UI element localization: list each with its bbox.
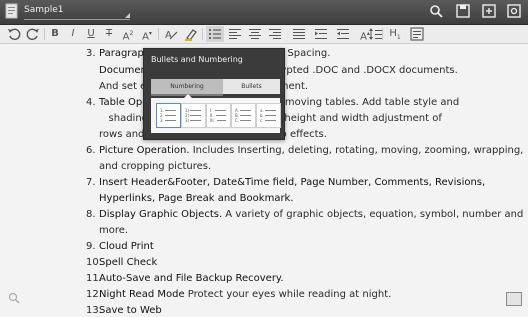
- numbering-option-3[interactable]: I. II. III.: [206, 103, 231, 128]
- document-title[interactable]: Sample1: [24, 1, 130, 20]
- list-item-heading: Insert Header&Footer, Date&Time field, P…: [99, 177, 486, 188]
- list-item-heading: Night Read Mode: [99, 289, 185, 300]
- bullet-list-icon[interactable]: [206, 26, 224, 42]
- clear-format-icon[interactable]: A: [162, 26, 180, 42]
- numbering-option-2[interactable]: 1) 2) 3): [181, 103, 206, 128]
- list-item-heading: Picture Operation.: [99, 145, 190, 156]
- redo-icon[interactable]: [24, 26, 42, 42]
- italic-icon[interactable]: I: [64, 26, 82, 42]
- document-title-text: Sample1: [24, 5, 64, 15]
- list-item: more.: [99, 225, 128, 237]
- list-item: 8. Display Graphic Objects. A variety of …: [86, 209, 523, 221]
- svg-text:A: A: [165, 30, 172, 41]
- svg-text:c.: c.: [260, 118, 263, 123]
- align-left-icon[interactable]: [226, 26, 244, 42]
- grow-font-label: A: [360, 31, 367, 43]
- list-item: 6. Picture Operation. Includes Inserting,…: [86, 145, 523, 157]
- document-app-icon[interactable]: [4, 3, 20, 20]
- list-item-number: 10.: [86, 257, 102, 268]
- font-color-label: A: [142, 31, 149, 43]
- line-spacing-icon[interactable]: [367, 26, 385, 42]
- list-item: Hyperlinks, Page Break and Bookmark.: [99, 193, 294, 205]
- tab-bullets[interactable]: Bullets: [223, 79, 280, 94]
- indent-icon[interactable]: [312, 26, 330, 42]
- align-right-icon[interactable]: [266, 26, 284, 42]
- bullets-numbering-popup: Bullets and Numbering Numbering Bullets …: [143, 48, 285, 140]
- list-item-number: 4.: [86, 97, 96, 108]
- save-icon[interactable]: [456, 4, 470, 18]
- popup-title: Bullets and Numbering: [151, 55, 243, 64]
- list-item: 12.Night Read Mode Protect your eyes whi…: [86, 289, 391, 301]
- new-document-icon[interactable]: [482, 4, 496, 18]
- outdent-icon[interactable]: [334, 26, 352, 42]
- heading-icon[interactable]: H1: [386, 26, 404, 42]
- list-item-number: 9.: [86, 241, 96, 252]
- settings-icon[interactable]: [507, 4, 521, 18]
- svg-text:C.: C.: [235, 118, 239, 123]
- undo-icon[interactable]: [5, 26, 23, 42]
- align-center-icon[interactable]: [246, 26, 264, 42]
- list-item-text: Includes Inserting, deleting, rotating, …: [189, 145, 524, 156]
- strikethrough-icon[interactable]: T: [100, 26, 118, 42]
- list-item: 13.Save to Web: [86, 305, 162, 317]
- justify-icon[interactable]: [290, 26, 308, 42]
- numbering-option-1[interactable]: 1. 2. 3.: [156, 103, 181, 128]
- svg-text:3.: 3.: [160, 118, 164, 123]
- list-item-heading: Hyperlinks, Page Break and Bookmark.: [99, 193, 294, 204]
- title-bar: Sample1: [0, 0, 528, 25]
- numbering-option-5[interactable]: a. b. c.: [256, 103, 281, 128]
- list-item-heading: Table Ope: [99, 97, 149, 108]
- list-item-text: more.: [99, 225, 129, 236]
- numbering-options-panel: 1. 2. 3. 1) 2) 3) I. II. III. A. B. C. a. b. c.: [151, 98, 281, 133]
- highlight-icon[interactable]: [182, 26, 200, 42]
- list-item: 10.Spell Check: [86, 257, 157, 269]
- list-item-heading: Cloud Print: [99, 241, 154, 252]
- numbering-option-4[interactable]: A. B. C.: [231, 103, 256, 128]
- font-size-icon[interactable]: A2: [119, 26, 137, 42]
- list-item-text: A variety of graphic objects, equation, …: [222, 209, 524, 220]
- list-item-number: 12.: [86, 289, 102, 300]
- list-item-number: 13.: [86, 305, 102, 316]
- list-item-number: 6.: [86, 145, 96, 156]
- search-icon[interactable]: [429, 4, 443, 18]
- list-item-text: Protect your eyes while reading at night…: [184, 289, 392, 300]
- list-item-number: 8.: [86, 209, 96, 220]
- font-size-label: A: [122, 31, 130, 43]
- list-item-heading: Spell Check: [99, 257, 158, 268]
- format-toolbar: B I U T A2 A▾ A A▴ H1: [0, 25, 528, 44]
- insert-icon[interactable]: [408, 26, 426, 42]
- list-item-heading: Auto-Save and File Backup Recovery.: [99, 273, 284, 284]
- underline-icon[interactable]: U: [82, 26, 100, 42]
- list-item-number: 7.: [86, 177, 96, 188]
- page-view-icon[interactable]: [506, 292, 522, 306]
- title-dropdown-icon: [125, 13, 130, 18]
- list-item-number: 3.: [86, 48, 96, 59]
- zoom-icon[interactable]: [8, 292, 20, 304]
- list-item-text: and cropping pictures.: [99, 161, 212, 172]
- svg-text:III.: III.: [210, 118, 215, 123]
- list-item-heading: Documen: [99, 65, 147, 76]
- list-item: and cropping pictures.: [99, 161, 211, 173]
- list-item-heading: Save to Web: [99, 305, 162, 316]
- list-item-heading: Paragrap: [99, 48, 144, 59]
- heading-label: H: [389, 28, 397, 39]
- list-item-heading: Display Graphic Objects.: [99, 209, 223, 220]
- list-item: 9. Cloud Print: [86, 241, 154, 253]
- svg-text:3): 3): [185, 118, 190, 123]
- font-color-icon[interactable]: A▾: [138, 26, 156, 42]
- list-item: 7. Insert Header&Footer, Date&Time field,…: [86, 177, 485, 189]
- list-item-number: 11.: [86, 273, 102, 284]
- bold-icon[interactable]: B: [46, 26, 64, 42]
- list-item: 11.Auto-Save and File Backup Recovery.: [86, 273, 284, 285]
